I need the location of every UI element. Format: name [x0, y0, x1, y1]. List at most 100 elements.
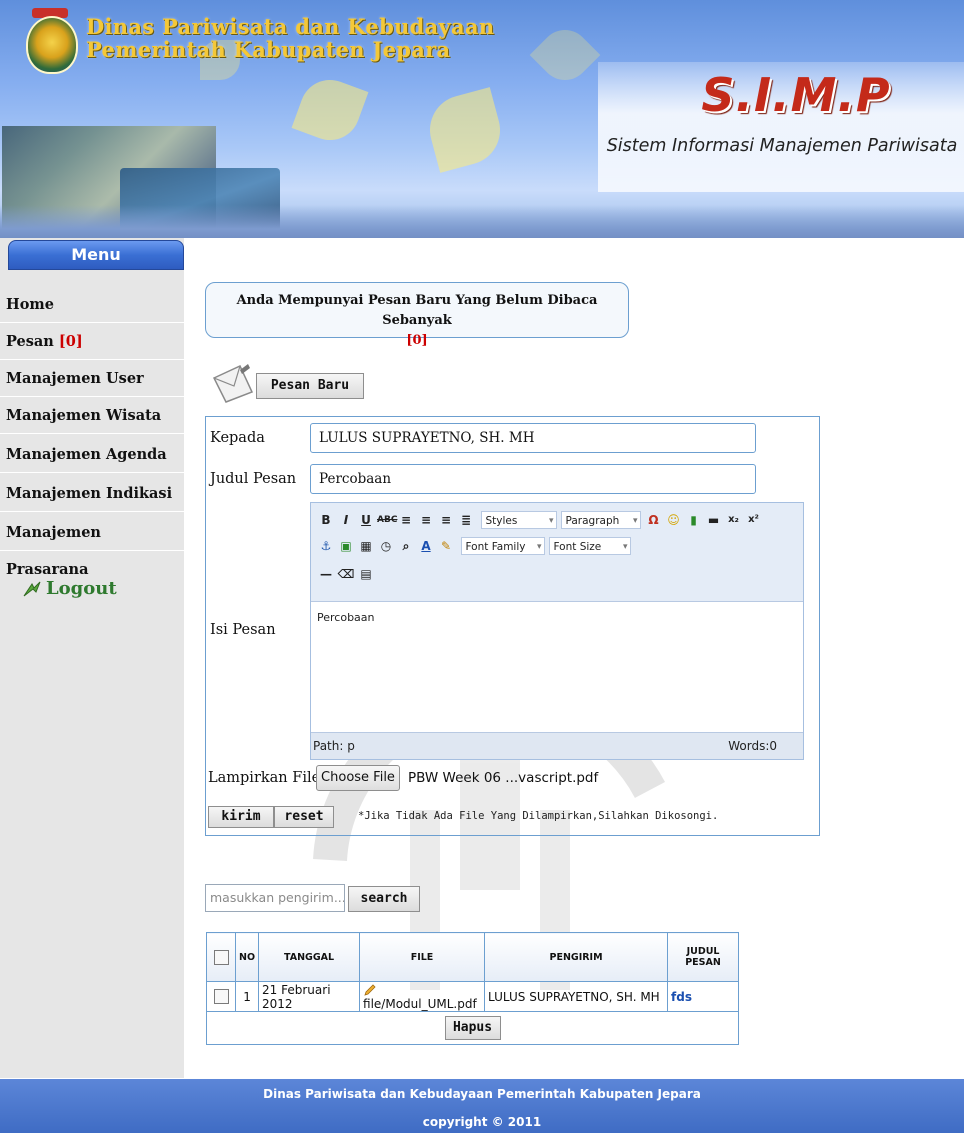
attachment-icon	[364, 984, 376, 996]
chevron-down-icon: ▾	[632, 516, 638, 526]
select-all-checkbox[interactable]	[213, 949, 229, 965]
subject-label: Judul Pesan	[210, 471, 297, 487]
col-header-no: NO	[234, 932, 260, 982]
image-icon[interactable]: ▣	[337, 537, 355, 555]
format-select[interactable]: Paragraph ▾	[560, 511, 641, 529]
send-button[interactable]: kirim	[208, 806, 274, 828]
select-all-header	[206, 932, 236, 982]
row-select-cell	[206, 981, 236, 1012]
highlight-icon[interactable]: ✎	[437, 537, 455, 555]
menu-header: Menu	[8, 240, 184, 270]
logout-link[interactable]: Logout	[22, 578, 117, 599]
decorative-leaf	[529, 19, 601, 91]
col-header-tanggal: TANGGAL	[258, 932, 361, 982]
nav-manajemen-wisata[interactable]: Manajemen Wisata	[0, 397, 184, 434]
subscript-icon[interactable]: x₂	[725, 511, 743, 529]
body-label: Isi Pesan	[210, 622, 276, 638]
choose-file-button[interactable]: Choose File	[316, 765, 400, 791]
font-color-icon[interactable]: A	[417, 537, 435, 555]
toolbar-row-3: — ⌫ ▤	[317, 565, 377, 589]
nav-home-label: Home	[6, 296, 54, 313]
editor-toolbar: B I U ABC ≡ ≡ ≡ ≣ Styles ▾ Paragraph ▾ Ω ☺ ▮ ▬ x₂ x² ⚓ ▣ ▦…	[311, 503, 803, 602]
align-center-icon[interactable]: ≡	[417, 511, 435, 529]
font-size-select-label: Font Size	[553, 541, 602, 553]
app-full-name: Sistem Informasi Manajemen Pariwisata	[606, 136, 958, 156]
message-title-link[interactable]: fds	[667, 981, 740, 1012]
decorative-leaf	[422, 87, 508, 173]
col-header-pengirim: PENGIRIM	[484, 932, 669, 982]
align-right-icon[interactable]: ≡	[437, 511, 455, 529]
table-icon[interactable]: ▦	[357, 537, 375, 555]
toolbar-row-1: B I U ABC ≡ ≡ ≡ ≣ Styles ▾ Paragraph ▾ Ω ☺ ▮ ▬ x₂ x²	[317, 511, 765, 535]
italic-icon[interactable]: I	[337, 511, 355, 529]
special-char-icon[interactable]: Ω	[645, 511, 663, 529]
file-link[interactable]: file/Modul_UML.pdf	[363, 997, 477, 1011]
nav-manajemen-indikasi[interactable]: Manajemen Indikasi	[0, 475, 184, 512]
org-name-line1: Dinas Pariwisata dan Kebudayaan	[86, 14, 495, 39]
attachment-hint: *Jika Tidak Ada File Yang Dilampirkan,Si…	[358, 810, 719, 822]
chevron-down-icon: ▾	[548, 516, 554, 526]
col-header-file: FILE	[359, 932, 486, 982]
media-icon[interactable]: ▮	[685, 511, 703, 529]
cell-tanggal: 21 Februari 2012	[258, 981, 361, 1012]
row-checkbox[interactable]	[213, 989, 229, 1004]
font-family-select[interactable]: Font Family ▾	[460, 537, 545, 555]
nav-manajemen-user[interactable]: Manajemen User	[0, 360, 184, 397]
col-header-judul: JUDUL PESAN	[667, 932, 740, 982]
to-field[interactable]: LULUS SUPRAYETNO, SH. MH	[310, 423, 756, 453]
clock-icon[interactable]: ◷	[377, 537, 395, 555]
nav-manajemen-prasarana[interactable]: Manajemen Prasarana	[0, 514, 184, 578]
to-label: Kepada	[210, 430, 265, 446]
editor-content[interactable]: Percobaan	[317, 611, 375, 624]
format-select-label: Paragraph	[565, 515, 620, 527]
styles-select[interactable]: Styles ▾	[480, 511, 557, 529]
align-justify-icon[interactable]: ≣	[457, 511, 475, 529]
delete-button[interactable]: Hapus	[444, 1016, 501, 1040]
selected-file-name: PBW Week 06 ...vascript.pdf	[408, 770, 599, 786]
search-button[interactable]: search	[348, 886, 420, 912]
eraser-icon[interactable]: ⌫	[337, 565, 355, 583]
nav-manajemen-indikasi-label: Manajemen Indikasi	[6, 485, 173, 502]
toolbar-row-2: ⚓ ▣ ▦ ◷ ⌕ A ✎ Font Family ▾ Font Size ▾	[317, 537, 635, 561]
strikethrough-icon[interactable]: ABC	[377, 511, 397, 529]
table-header-row: NO TANGGAL FILE PENGIRIM JUDUL PESAN	[206, 932, 740, 982]
align-left-icon[interactable]: ≡	[397, 511, 415, 529]
nav-manajemen-agenda-label: Manajemen Agenda	[6, 446, 167, 463]
horizontal-line-icon[interactable]: —	[317, 565, 335, 583]
editor-path: Path: p	[313, 739, 355, 753]
chevron-down-icon: ▾	[622, 542, 628, 552]
unread-count: [0]	[406, 333, 428, 348]
table-action-row: Hapus	[205, 1011, 740, 1045]
cell-pengirim: LULUS SUPRAYETNO, SH. MH	[484, 981, 669, 1012]
nav-manajemen-agenda[interactable]: Manajemen Agenda	[0, 436, 184, 473]
nav-pesan-label: Pesan	[6, 333, 59, 350]
nav-manajemen-prasarana-label: Manajemen Prasarana	[6, 524, 101, 578]
font-size-select[interactable]: Font Size ▾	[548, 537, 631, 555]
cell-no: 1	[234, 981, 260, 1012]
nav-pesan[interactable]: Pesan [0]	[0, 323, 184, 360]
envelope-icon	[212, 364, 254, 403]
nav-home[interactable]: Home	[0, 286, 184, 323]
jepara-logo	[26, 16, 78, 74]
superscript-icon[interactable]: x²	[745, 511, 763, 529]
new-message-button[interactable]: Pesan Baru	[256, 373, 364, 399]
header-wave	[0, 205, 964, 238]
footer: Dinas Pariwisata dan Kebudayaan Pemerint…	[0, 1079, 964, 1133]
nav-pesan-count: [0]	[58, 333, 83, 350]
subject-field[interactable]: Percobaan	[310, 464, 756, 494]
reset-button[interactable]: reset	[274, 806, 334, 828]
editor-statusbar: Path: p Words:0	[311, 732, 803, 759]
anchor-icon[interactable]: ⚓	[317, 537, 335, 555]
fullscreen-icon[interactable]: ▤	[357, 565, 375, 583]
app-abbreviation: S.I.M.P	[701, 68, 891, 122]
styles-select-label: Styles	[485, 515, 518, 527]
find-icon[interactable]: ⌕	[397, 537, 415, 555]
underline-icon[interactable]: U	[357, 511, 375, 529]
bold-icon[interactable]: B	[317, 511, 335, 529]
table-row: 1 21 Februari 2012 file/Modul_UML.pdf LU…	[206, 981, 740, 1012]
emoticon-icon[interactable]: ☺	[665, 511, 683, 529]
sender-search-input[interactable]: masukkan pengirim...	[205, 884, 345, 912]
horizontal-rule-icon[interactable]: ▬	[705, 511, 723, 529]
messages-table: NO TANGGAL FILE PENGIRIM JUDUL PESAN 1 2…	[205, 932, 740, 1045]
decorative-leaf	[291, 71, 369, 149]
